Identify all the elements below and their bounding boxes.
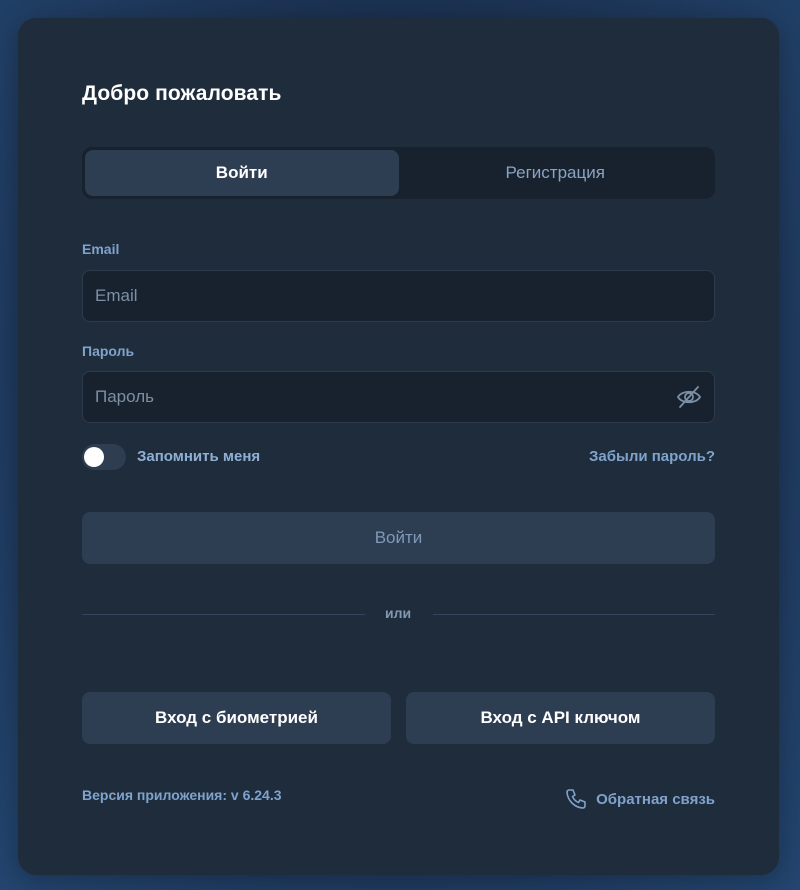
feedback-link[interactable]: Обратная связь bbox=[564, 787, 715, 811]
email-label: Email bbox=[82, 241, 120, 257]
password-field[interactable] bbox=[95, 387, 676, 407]
divider-text: или bbox=[385, 605, 412, 621]
email-field[interactable] bbox=[95, 286, 702, 306]
email-field-wrapper bbox=[82, 270, 715, 322]
phone-icon bbox=[566, 789, 586, 809]
login-card: Добро пожаловать Войти Регистрация Email… bbox=[18, 18, 779, 875]
remember-label: Запомнить меня bbox=[137, 448, 261, 465]
feedback-label: Обратная связь bbox=[596, 790, 715, 808]
password-field-wrapper bbox=[82, 371, 715, 423]
forgot-password-link[interactable]: Забыли пароль? bbox=[589, 448, 715, 465]
toggle-knob bbox=[84, 447, 104, 467]
auth-tabs: Войти Регистрация bbox=[82, 147, 715, 199]
tab-login[interactable]: Войти bbox=[85, 150, 399, 196]
divider-right bbox=[433, 614, 715, 615]
login-submit-button[interactable]: Войти bbox=[82, 512, 715, 564]
api-key-login-button[interactable]: Вход с API ключом bbox=[406, 692, 715, 744]
tab-register[interactable]: Регистрация bbox=[399, 150, 713, 196]
password-label: Пароль bbox=[82, 343, 135, 359]
remember-toggle[interactable] bbox=[82, 444, 126, 470]
eye-off-icon[interactable] bbox=[676, 384, 702, 410]
page-title: Добро пожаловать bbox=[82, 82, 282, 105]
divider-left bbox=[82, 614, 365, 615]
biometric-login-button[interactable]: Вход с биометрией bbox=[82, 692, 391, 744]
app-version: Версия приложения: v 6.24.3 bbox=[82, 787, 282, 803]
